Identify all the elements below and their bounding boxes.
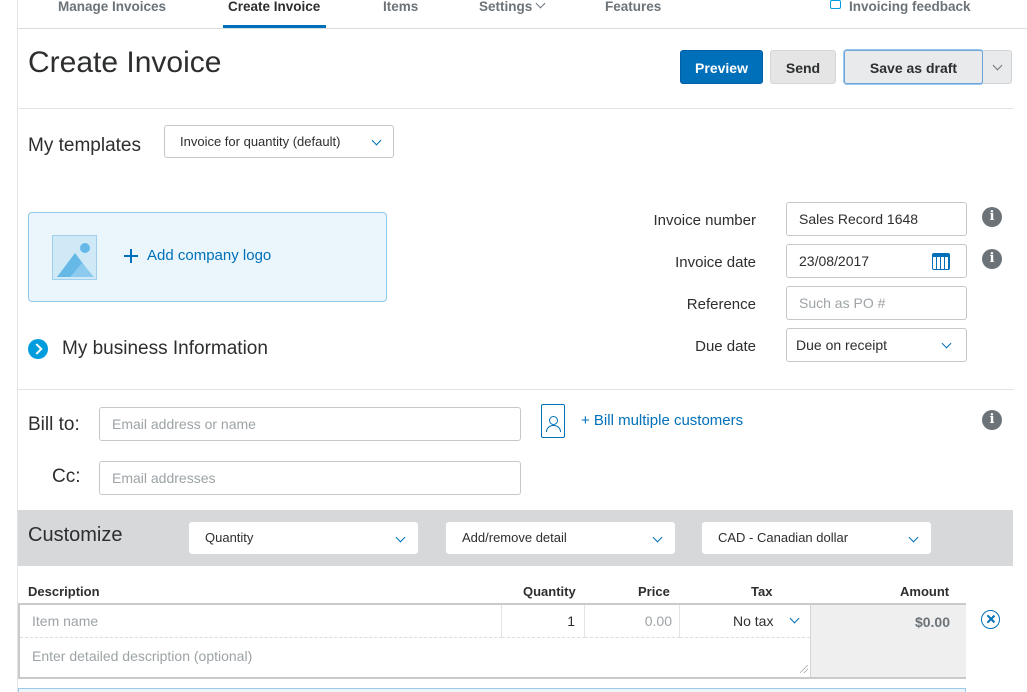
chevron-down-icon	[371, 135, 382, 146]
due-date-label: Due date	[695, 338, 756, 355]
item-name-input[interactable]	[20, 605, 502, 638]
remove-row-icon[interactable]	[981, 610, 1000, 629]
customize-bar: Customize Quantity Add/remove detail CAD…	[18, 510, 1013, 566]
resize-handle[interactable]	[800, 665, 808, 673]
next-row-strip	[18, 688, 966, 692]
contact-card-icon	[541, 404, 565, 438]
amount-value: $0.00	[914, 614, 950, 630]
currency-select[interactable]: CAD - Canadian dollar	[702, 522, 931, 554]
item-description-textarea[interactable]	[20, 639, 810, 677]
info-icon[interactable]: i	[982, 207, 1002, 227]
currency-select-value: CAD - Canadian dollar	[718, 530, 849, 545]
customize-label: Customize	[28, 524, 123, 546]
invoice-date-label: Invoice date	[675, 254, 756, 271]
tab-items[interactable]: Items	[383, 0, 418, 28]
info-icon[interactable]: i	[982, 249, 1002, 269]
cc-input[interactable]	[99, 461, 521, 495]
quantity-input[interactable]	[502, 605, 585, 638]
invoice-number-input[interactable]	[786, 202, 967, 236]
save-as-draft-button[interactable]: Save as draft	[844, 50, 983, 84]
left-border	[17, 0, 18, 692]
detail-select-value: Add/remove detail	[462, 530, 567, 545]
quantity-column-header: Quantity	[523, 584, 576, 599]
tab-features[interactable]: Features	[605, 0, 661, 28]
tab-manage-invoices[interactable]: Manage Invoices	[58, 0, 166, 28]
feedback-label: Invoicing feedback	[849, 0, 971, 14]
template-select-value: Invoice for quantity (default)	[180, 134, 341, 149]
bill-multiple-customers-link[interactable]: + Bill multiple customers	[581, 412, 743, 429]
add-remove-detail-select[interactable]: Add/remove detail	[446, 522, 675, 554]
reference-input[interactable]	[786, 286, 967, 320]
chevron-down-icon	[395, 532, 406, 543]
price-column-header: Price	[638, 584, 670, 599]
quantity-select-value: Quantity	[205, 530, 254, 545]
expand-chevron-icon[interactable]	[28, 339, 48, 359]
bill-to-label: Bill to:	[28, 414, 80, 435]
table-row: No tax $0.00	[18, 603, 966, 679]
tax-select-value: No tax	[733, 613, 774, 629]
tax-column-header: Tax	[751, 584, 773, 599]
preview-button[interactable]: Preview	[680, 50, 763, 84]
tab-create-invoice[interactable]: Create Invoice	[222, 0, 327, 28]
chevron-down-icon	[992, 60, 1002, 71]
tab-settings-label: Settings	[479, 0, 533, 14]
invoice-number-label: Invoice number	[653, 212, 756, 229]
save-options-dropdown[interactable]	[983, 50, 1012, 84]
tab-settings[interactable]: Settings	[479, 0, 546, 28]
tax-select[interactable]: No tax	[680, 605, 810, 638]
cc-label: Cc:	[52, 466, 81, 487]
top-nav: Manage Invoices Create Invoice Items Set…	[18, 0, 1027, 29]
amount-cell: $0.00	[810, 605, 966, 677]
quantity-select[interactable]: Quantity	[189, 522, 418, 554]
due-date-value: Due on receipt	[796, 337, 888, 353]
calendar-icon[interactable]	[932, 253, 950, 270]
chevron-down-icon	[941, 338, 952, 349]
plus-icon	[124, 249, 138, 263]
reference-label: Reference	[686, 296, 756, 313]
speech-bubble-icon	[830, 0, 841, 9]
chevron-down-icon	[652, 532, 663, 543]
template-select[interactable]: Invoice for quantity (default)	[164, 125, 394, 158]
description-column-header: Description	[28, 584, 100, 599]
add-logo-label: Add company logo	[147, 247, 272, 264]
divider	[18, 389, 1014, 390]
chevron-down-icon	[535, 0, 546, 9]
chevron-down-icon	[789, 613, 800, 624]
chevron-down-icon	[908, 532, 919, 543]
send-button[interactable]: Send	[770, 50, 836, 84]
add-logo-area[interactable]: Add company logo	[28, 212, 387, 302]
amount-column-header: Amount	[900, 584, 950, 599]
page-title: Create Invoice	[28, 46, 222, 79]
templates-label: My templates	[28, 135, 141, 156]
business-info-toggle[interactable]: My business Information	[62, 338, 268, 360]
info-icon[interactable]: i	[982, 410, 1002, 430]
bill-to-input[interactable]	[99, 407, 521, 441]
image-icon	[52, 235, 97, 280]
divider	[18, 108, 1014, 109]
invoicing-feedback-link[interactable]: Invoicing feedback	[830, 0, 971, 28]
price-input[interactable]	[585, 605, 680, 638]
due-date-select[interactable]: Due on receipt	[786, 328, 967, 362]
